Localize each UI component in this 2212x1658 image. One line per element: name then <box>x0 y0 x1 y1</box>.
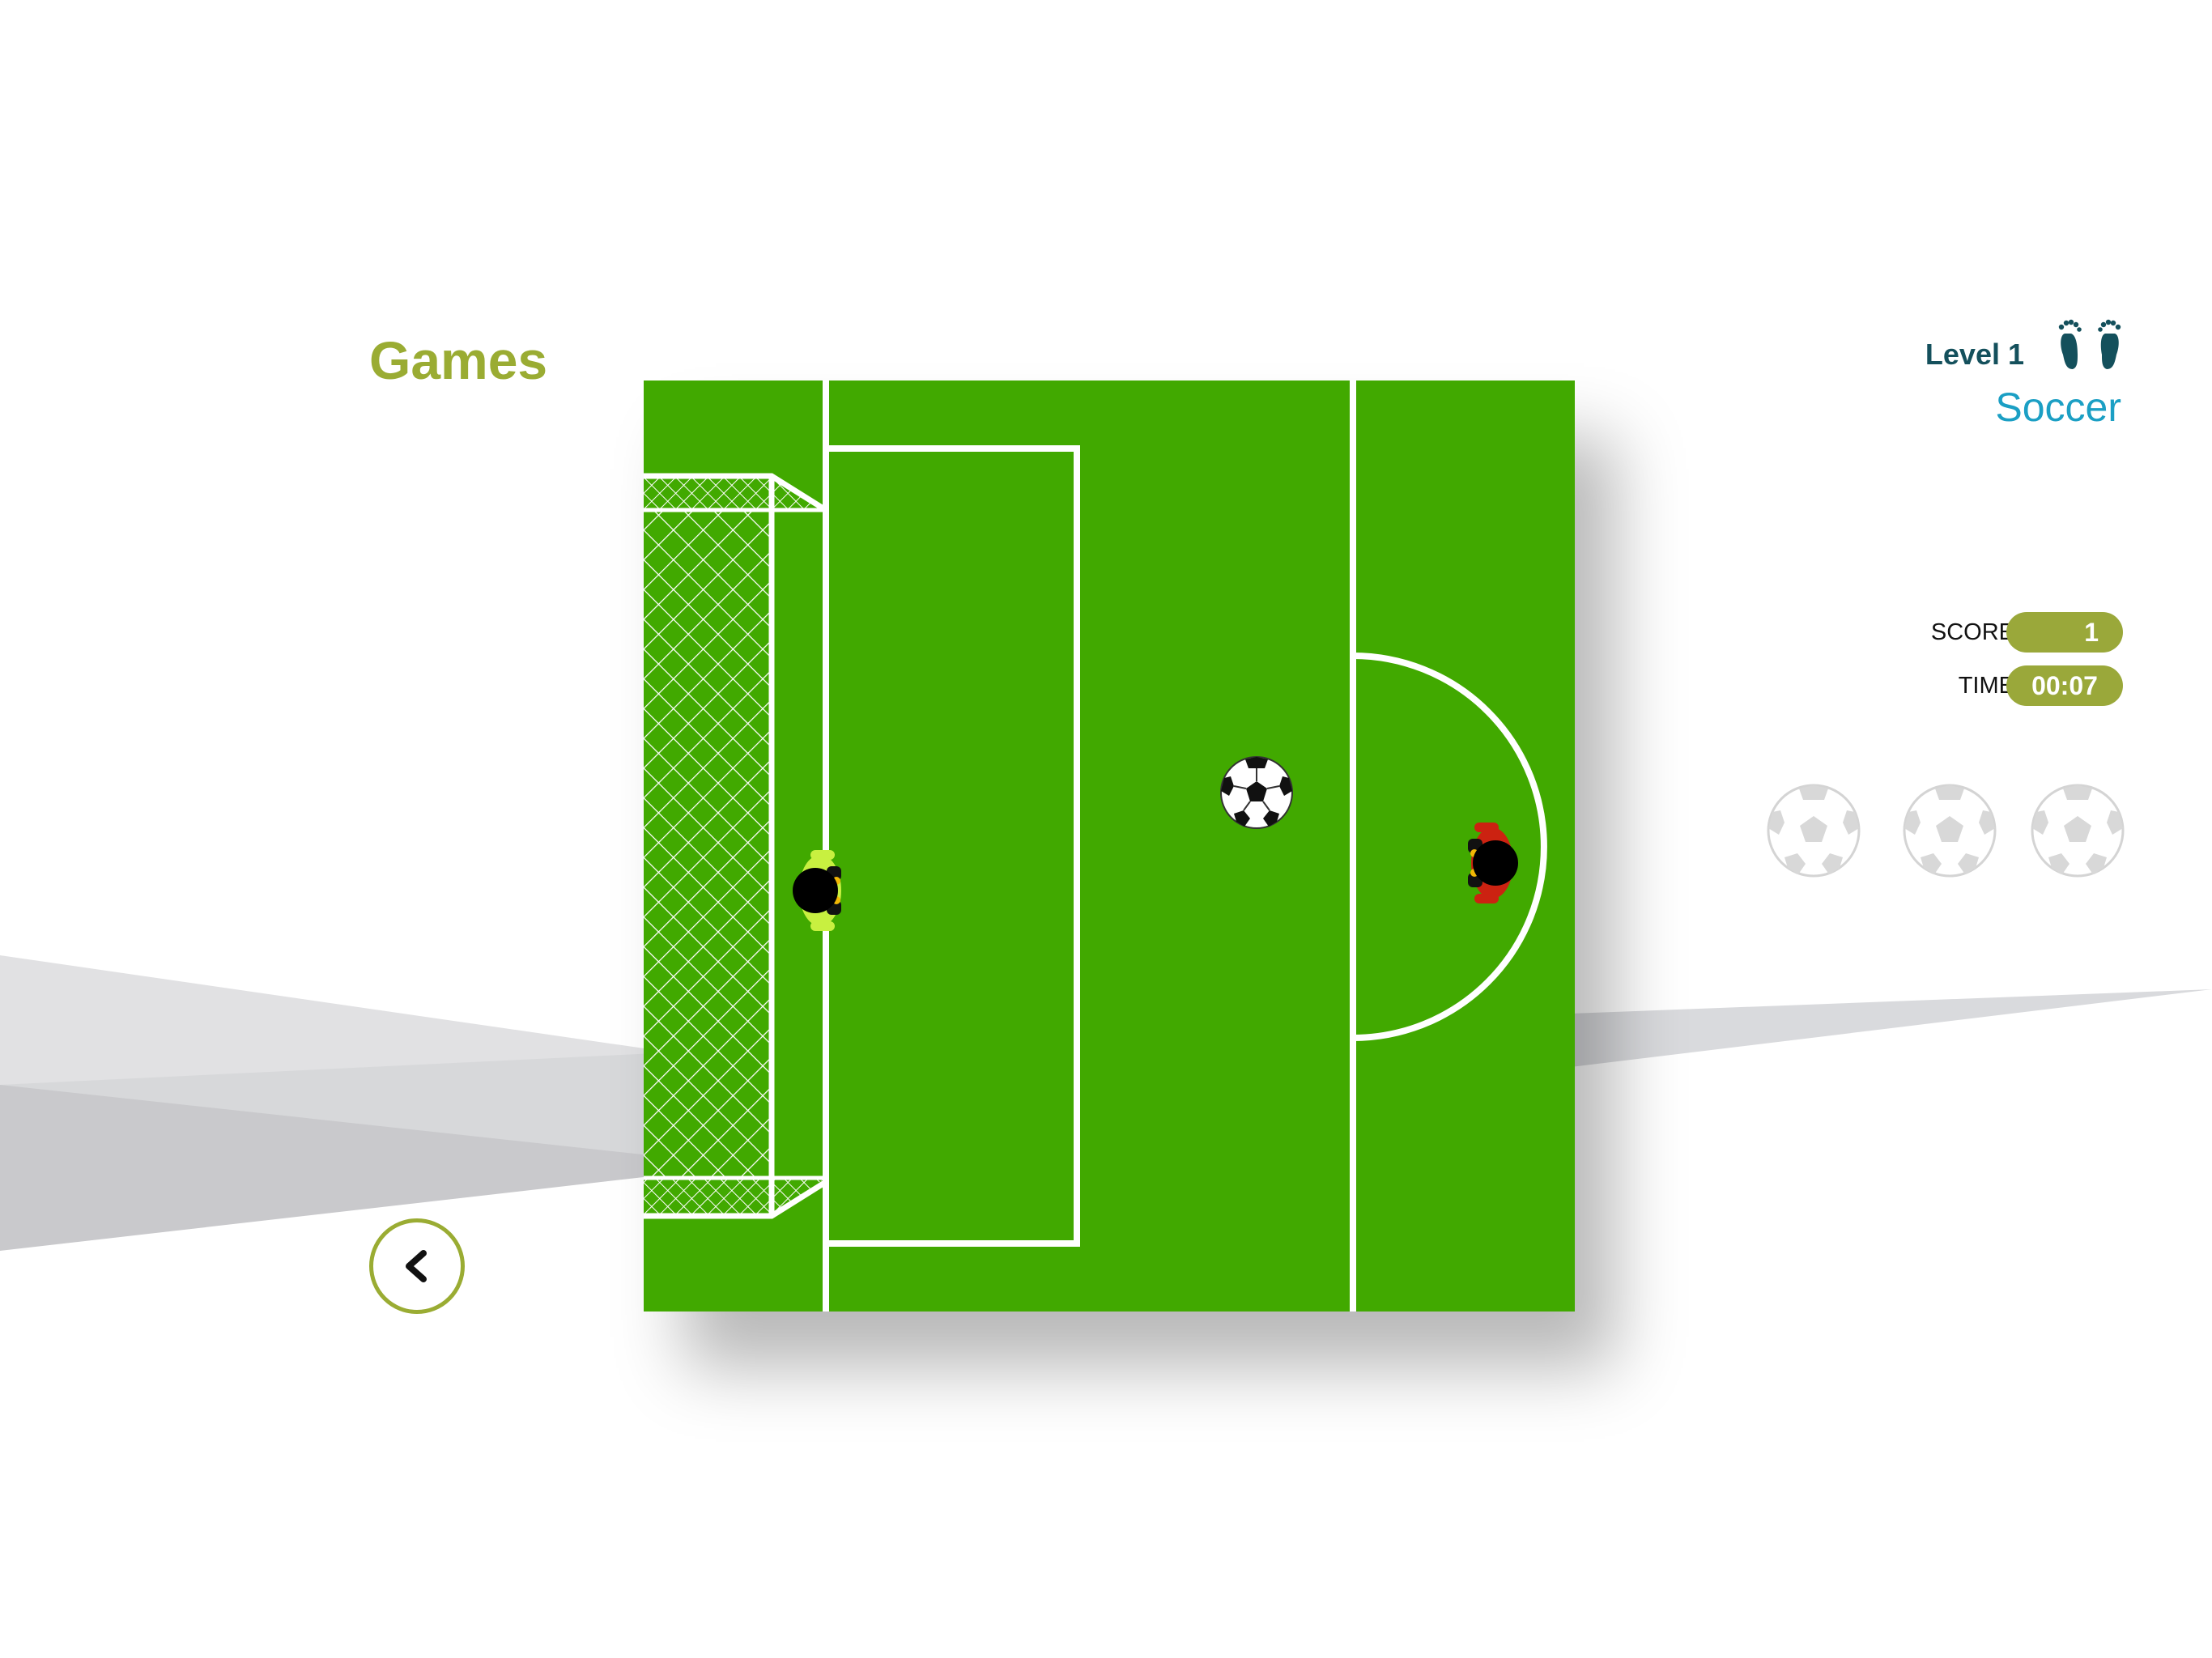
footprints-icon <box>2058 319 2121 369</box>
soccer-ball-icon <box>1903 784 1997 878</box>
score-label: SCORE <box>1930 619 2014 645</box>
soccer-field[interactable] <box>644 380 1575 1312</box>
pitch-surface <box>644 380 1575 1312</box>
game-name: Soccer <box>1995 385 2121 430</box>
soccer-ball-icon <box>2031 784 2125 878</box>
score-value: 1 <box>2006 612 2123 653</box>
section-title: Games <box>369 330 548 390</box>
chevron-left-icon <box>406 1250 427 1282</box>
soccer-ball[interactable] <box>1220 756 1293 829</box>
game-screen: Games Level 1 Soccer SCORE 1 TIME 00:07 <box>0 0 2212 1658</box>
soccer-ball-icon <box>1767 784 1861 878</box>
time-value: 00:07 <box>2006 665 2123 706</box>
level-label: Level 1 <box>1925 338 2024 371</box>
back-button[interactable] <box>369 1218 465 1314</box>
